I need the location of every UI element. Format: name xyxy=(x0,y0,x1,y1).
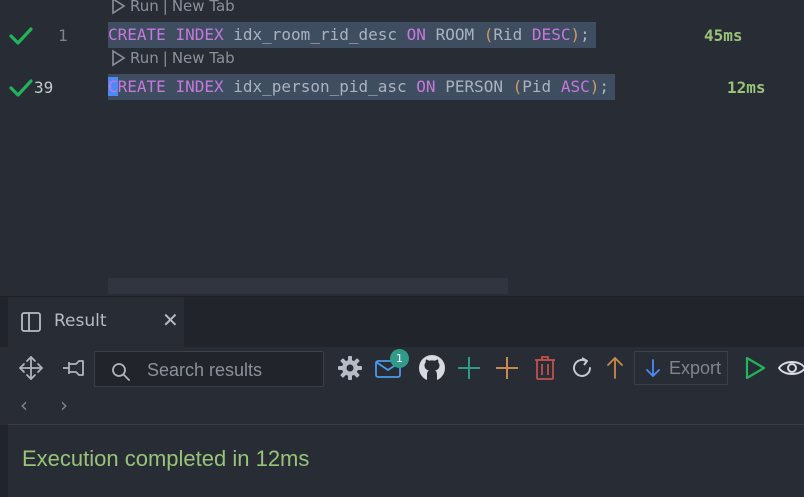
search-icon xyxy=(112,363,130,381)
delete-icon xyxy=(535,356,555,380)
search-box[interactable] xyxy=(94,351,324,387)
table-name: PERSON xyxy=(445,77,503,96)
pin-icon xyxy=(63,360,84,376)
codelens-statement-2[interactable]: Run | New Tab xyxy=(110,49,235,67)
add-row-button[interactable] xyxy=(453,351,485,385)
move-icon xyxy=(19,356,43,380)
sql-keyword: DESC xyxy=(531,25,571,44)
check-icon xyxy=(9,27,33,45)
export-button[interactable]: Export xyxy=(634,351,728,385)
play-icon xyxy=(112,49,126,67)
paren: ) xyxy=(589,77,600,96)
semicolon: ; xyxy=(580,25,590,44)
panel-layout-icon xyxy=(21,312,41,332)
run-link[interactable]: Run xyxy=(130,0,159,15)
delete-button[interactable] xyxy=(529,351,561,385)
move-button[interactable] xyxy=(15,351,47,385)
column-name: Rid xyxy=(493,25,523,44)
preview-button[interactable] xyxy=(776,351,804,385)
text-cursor: C xyxy=(108,77,118,96)
sort-up-icon xyxy=(607,357,623,379)
codelens-separator: | xyxy=(162,0,168,15)
add-column-button[interactable] xyxy=(491,351,523,385)
sort-up-button[interactable] xyxy=(599,351,631,385)
sql-keyword: ASC xyxy=(560,77,590,96)
sql-keyword: ON xyxy=(416,77,436,96)
tab-result[interactable]: Result ✕ xyxy=(8,297,184,347)
sql-statement-1[interactable]: CREATE INDEX idx_room_rid_desc ON ROOM (… xyxy=(108,22,596,48)
sql-keyword: REATE xyxy=(117,77,166,96)
run-link[interactable]: Run xyxy=(130,49,159,67)
chevron-right-icon[interactable]: › xyxy=(60,393,68,417)
line-number: 39 xyxy=(34,78,54,97)
result-nav-row: ‹ › xyxy=(0,391,804,423)
play-icon xyxy=(112,0,126,15)
codelens-statement-1[interactable]: Run | New Tab xyxy=(110,0,235,15)
new-tab-link[interactable]: New Tab xyxy=(172,0,235,15)
github-icon xyxy=(419,355,445,381)
horizontal-scrollbar[interactable] xyxy=(108,278,508,294)
gear-icon xyxy=(338,356,362,380)
chevron-left-icon[interactable]: ‹ xyxy=(20,393,28,417)
sql-keyword: CREATE xyxy=(108,25,166,44)
execution-status-message: Execution completed in 12ms xyxy=(22,446,310,471)
refresh-icon xyxy=(573,357,591,377)
add-column-icon xyxy=(496,357,518,379)
index-name: idx_room_rid_desc xyxy=(233,25,398,44)
search-input[interactable] xyxy=(145,357,319,383)
index-name: idx_person_pid_asc xyxy=(233,77,407,96)
table-name: ROOM xyxy=(435,25,475,44)
duration-label: 12ms xyxy=(727,78,766,97)
settings-button[interactable] xyxy=(334,351,366,385)
run-icon xyxy=(745,356,766,380)
notification-badge: 1 xyxy=(390,349,409,368)
pin-button[interactable] xyxy=(58,351,90,385)
sql-keyword: ON xyxy=(406,25,426,44)
add-row-icon xyxy=(458,357,480,379)
semicolon: ; xyxy=(599,77,610,96)
refresh-button[interactable] xyxy=(566,351,598,385)
sql-editor[interactable]: Run | New Tab 1 CREATE INDEX idx_room_ri… xyxy=(0,0,804,296)
close-icon[interactable]: ✕ xyxy=(162,310,179,330)
github-button[interactable] xyxy=(416,351,448,385)
result-tab-bar: Result ✕ xyxy=(0,297,804,347)
paren: ( xyxy=(512,77,523,96)
duration-label: 45ms xyxy=(704,26,743,45)
new-tab-link[interactable]: New Tab xyxy=(172,49,235,67)
preview-eye-icon xyxy=(777,361,804,375)
paren: ( xyxy=(483,25,494,44)
export-label: Export xyxy=(669,357,722,378)
codelens-separator: | xyxy=(162,49,168,67)
line-number: 1 xyxy=(58,26,68,45)
sql-keyword: INDEX xyxy=(175,25,224,44)
export-arrow-icon xyxy=(646,359,660,377)
sql-keyword: INDEX xyxy=(175,77,224,96)
divider xyxy=(8,424,804,425)
paren: ) xyxy=(570,25,581,44)
tab-label: Result xyxy=(54,311,107,331)
column-name: Pid xyxy=(522,77,552,96)
check-icon xyxy=(9,79,33,97)
sql-statement-2[interactable]: CREATE INDEX idx_person_pid_asc ON PERSO… xyxy=(108,74,616,100)
run-button[interactable] xyxy=(739,351,771,385)
panel-edge xyxy=(0,425,8,497)
